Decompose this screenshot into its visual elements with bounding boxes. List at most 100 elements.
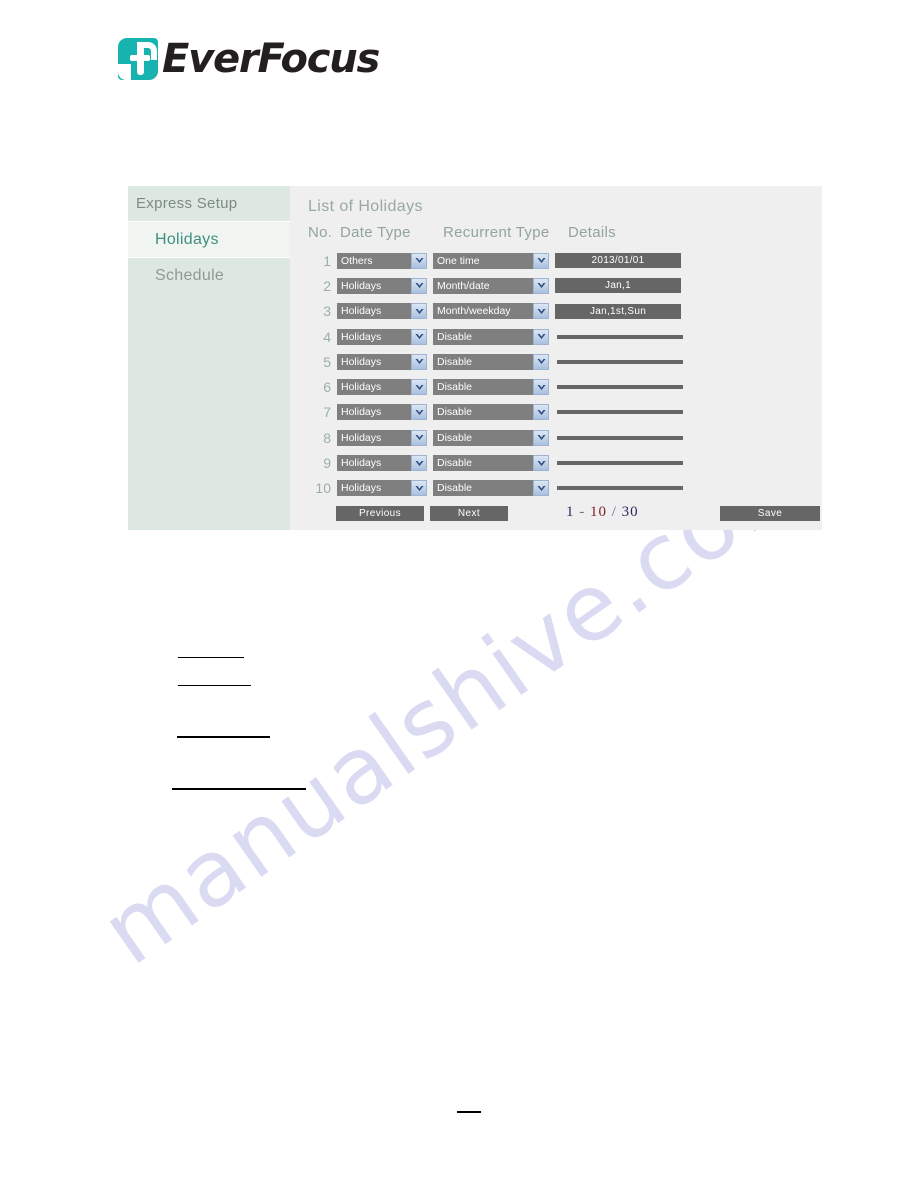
table-row: 6 Holidays Disable bbox=[308, 374, 828, 399]
table-row: 9 Holidays Disable bbox=[308, 450, 828, 475]
horizontal-rule bbox=[178, 657, 244, 658]
table-row: 3 Holidays Month/weekday Jan,1st,Sun bbox=[308, 299, 828, 324]
chevron-down-icon[interactable] bbox=[411, 303, 427, 320]
recurrent-type-value: Disable bbox=[437, 355, 473, 368]
details-field[interactable]: 2013/01/01 bbox=[555, 253, 681, 269]
pager-slash: / bbox=[611, 504, 617, 520]
date-type-select[interactable]: Holidays bbox=[337, 455, 427, 472]
recurrent-type-value: One time bbox=[437, 254, 480, 267]
chevron-down-icon[interactable] bbox=[411, 429, 427, 446]
recurrent-type-select[interactable]: Month/date bbox=[433, 277, 549, 294]
date-type-select[interactable]: Holidays bbox=[337, 353, 427, 370]
date-type-value: Holidays bbox=[341, 457, 382, 470]
recurrent-type-select[interactable]: Disable bbox=[433, 328, 549, 345]
date-type-select[interactable]: Holidays bbox=[337, 480, 427, 497]
sidebar-title: Express Setup bbox=[128, 186, 290, 222]
details-field[interactable]: Jan,1 bbox=[555, 278, 681, 294]
row-number: 4 bbox=[323, 328, 331, 345]
chevron-down-icon[interactable] bbox=[411, 353, 427, 370]
date-type-value: Holidays bbox=[341, 431, 382, 444]
recurrent-type-value: Month/weekday bbox=[437, 305, 511, 318]
date-type-select[interactable]: Holidays bbox=[337, 328, 427, 345]
table-row: 4 Holidays Disable bbox=[308, 324, 828, 349]
details-field-disabled bbox=[557, 461, 683, 466]
table-row: 5 Holidays Disable bbox=[308, 349, 828, 374]
date-type-value: Holidays bbox=[341, 305, 382, 318]
details-field-disabled bbox=[557, 410, 683, 415]
horizontal-rule bbox=[178, 685, 251, 686]
chevron-down-icon[interactable] bbox=[533, 277, 549, 294]
table-row: 7 Holidays Disable bbox=[308, 400, 828, 425]
chevron-down-icon[interactable] bbox=[533, 353, 549, 370]
table-row: 2 Holidays Month/date Jan,1 bbox=[308, 273, 828, 298]
everfocus-f-logo-icon bbox=[118, 38, 158, 80]
row-number: 9 bbox=[323, 455, 331, 472]
date-type-value: Others bbox=[341, 254, 373, 267]
recurrent-type-select[interactable]: One time bbox=[433, 252, 549, 269]
chevron-down-icon[interactable] bbox=[411, 480, 427, 497]
recurrent-type-value: Disable bbox=[437, 381, 473, 394]
date-type-select[interactable]: Holidays bbox=[337, 379, 427, 396]
footer-rule bbox=[457, 1111, 481, 1113]
table-footer: Previous Next 1 - 10 / 30 Save bbox=[308, 504, 918, 524]
row-number: 3 bbox=[323, 303, 331, 320]
date-type-value: Holidays bbox=[341, 482, 382, 495]
column-headers: No. Date Type Recurrent Type Details bbox=[308, 224, 688, 241]
chevron-down-icon[interactable] bbox=[533, 252, 549, 269]
sidebar-item-holidays[interactable]: Holidays bbox=[128, 222, 290, 258]
chevron-down-icon[interactable] bbox=[533, 429, 549, 446]
chevron-down-icon[interactable] bbox=[533, 404, 549, 421]
chevron-down-icon[interactable] bbox=[533, 303, 549, 320]
horizontal-rule bbox=[177, 736, 270, 738]
next-button[interactable]: Next bbox=[430, 506, 508, 521]
chevron-down-icon[interactable] bbox=[533, 455, 549, 472]
chevron-down-icon[interactable] bbox=[411, 328, 427, 345]
chevron-down-icon[interactable] bbox=[533, 480, 549, 497]
date-type-select[interactable]: Holidays bbox=[337, 303, 427, 320]
pager-total: 30 bbox=[621, 504, 639, 520]
date-type-select[interactable]: Holidays bbox=[337, 277, 427, 294]
date-type-value: Holidays bbox=[341, 279, 382, 292]
chevron-down-icon[interactable] bbox=[411, 404, 427, 421]
date-type-select[interactable]: Holidays bbox=[337, 429, 427, 446]
date-type-value: Holidays bbox=[341, 406, 382, 419]
chevron-down-icon[interactable] bbox=[533, 328, 549, 345]
table-row: 8 Holidays Disable bbox=[308, 425, 828, 450]
details-field[interactable]: Jan,1st,Sun bbox=[555, 303, 681, 319]
previous-button[interactable]: Previous bbox=[336, 506, 424, 521]
table-row: 10 Holidays Disable bbox=[308, 476, 828, 501]
details-field-disabled bbox=[557, 385, 683, 390]
brand-name: EverFocus bbox=[162, 36, 380, 82]
date-type-select[interactable]: Others bbox=[337, 252, 427, 269]
details-field-disabled bbox=[557, 334, 683, 339]
chevron-down-icon[interactable] bbox=[411, 277, 427, 294]
recurrent-type-select[interactable]: Month/weekday bbox=[433, 303, 549, 320]
chevron-down-icon[interactable] bbox=[411, 252, 427, 269]
recurrent-type-select[interactable]: Disable bbox=[433, 353, 549, 370]
row-number: 7 bbox=[323, 404, 331, 421]
sidebar-item-schedule[interactable]: Schedule bbox=[128, 258, 290, 294]
chevron-down-icon[interactable] bbox=[411, 455, 427, 472]
list-title: List of Holidays bbox=[308, 198, 423, 215]
date-type-value: Holidays bbox=[341, 355, 382, 368]
holidays-table: 1 Others One time 2013/01/01 2 Holidays Month/… bbox=[308, 248, 828, 501]
content-area: List of Holidays No. Date Type Recurrent T… bbox=[290, 186, 822, 530]
row-number: 2 bbox=[323, 277, 331, 294]
recurrent-type-select[interactable]: Disable bbox=[433, 455, 549, 472]
recurrent-type-select[interactable]: Disable bbox=[433, 379, 549, 396]
column-header-no: No. bbox=[308, 224, 333, 241]
recurrent-type-value: Disable bbox=[437, 431, 473, 444]
pager-dash: - bbox=[579, 504, 586, 520]
save-button[interactable]: Save bbox=[720, 506, 820, 521]
recurrent-type-select[interactable]: Disable bbox=[433, 429, 549, 446]
recurrent-type-select[interactable]: Disable bbox=[433, 404, 549, 421]
column-header-date-type: Date Type bbox=[340, 224, 411, 241]
recurrent-type-select[interactable]: Disable bbox=[433, 480, 549, 497]
recurrent-type-value: Disable bbox=[437, 457, 473, 470]
chevron-down-icon[interactable] bbox=[533, 379, 549, 396]
horizontal-rule bbox=[172, 788, 306, 790]
recurrent-type-value: Disable bbox=[437, 406, 473, 419]
date-type-select[interactable]: Holidays bbox=[337, 404, 427, 421]
pager-from: 1 bbox=[566, 504, 575, 520]
chevron-down-icon[interactable] bbox=[411, 379, 427, 396]
